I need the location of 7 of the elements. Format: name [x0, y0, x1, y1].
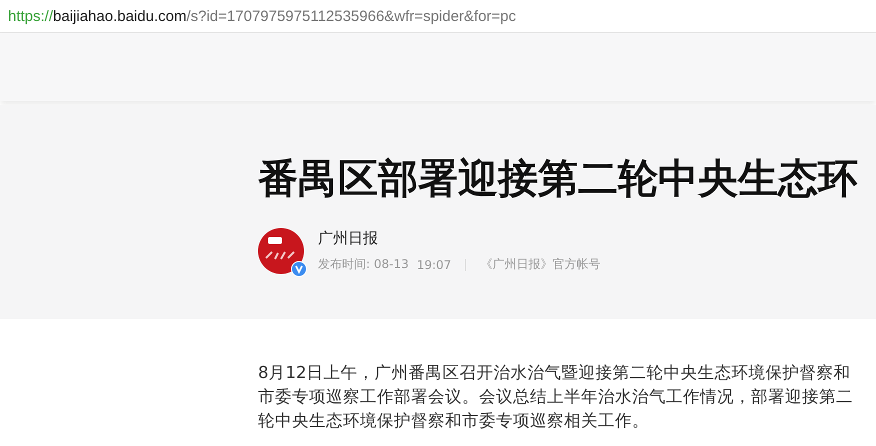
author-name[interactable]: 广州日报 [318, 229, 600, 248]
publish-time: 19:07 [416, 258, 452, 272]
article-paragraph: 8月12日上午，广州番禺区召开治水治气暨迎接第二轮中央生态环境保护督察和市委专项巡察工作部署会议。会议总结上半年治水治气工作情况，部署迎接第二轮中央生态环境保护督察和市委专项巡察相关工作。 [258, 362, 854, 432]
article-title: 番禺区部署迎接第二轮中央生态环 [258, 155, 858, 204]
avatar-icon[interactable] [258, 228, 304, 274]
publish-date: 发布时间: 08-13 [318, 256, 409, 273]
account-label: 《广州日报》官方帐号 [480, 256, 600, 273]
